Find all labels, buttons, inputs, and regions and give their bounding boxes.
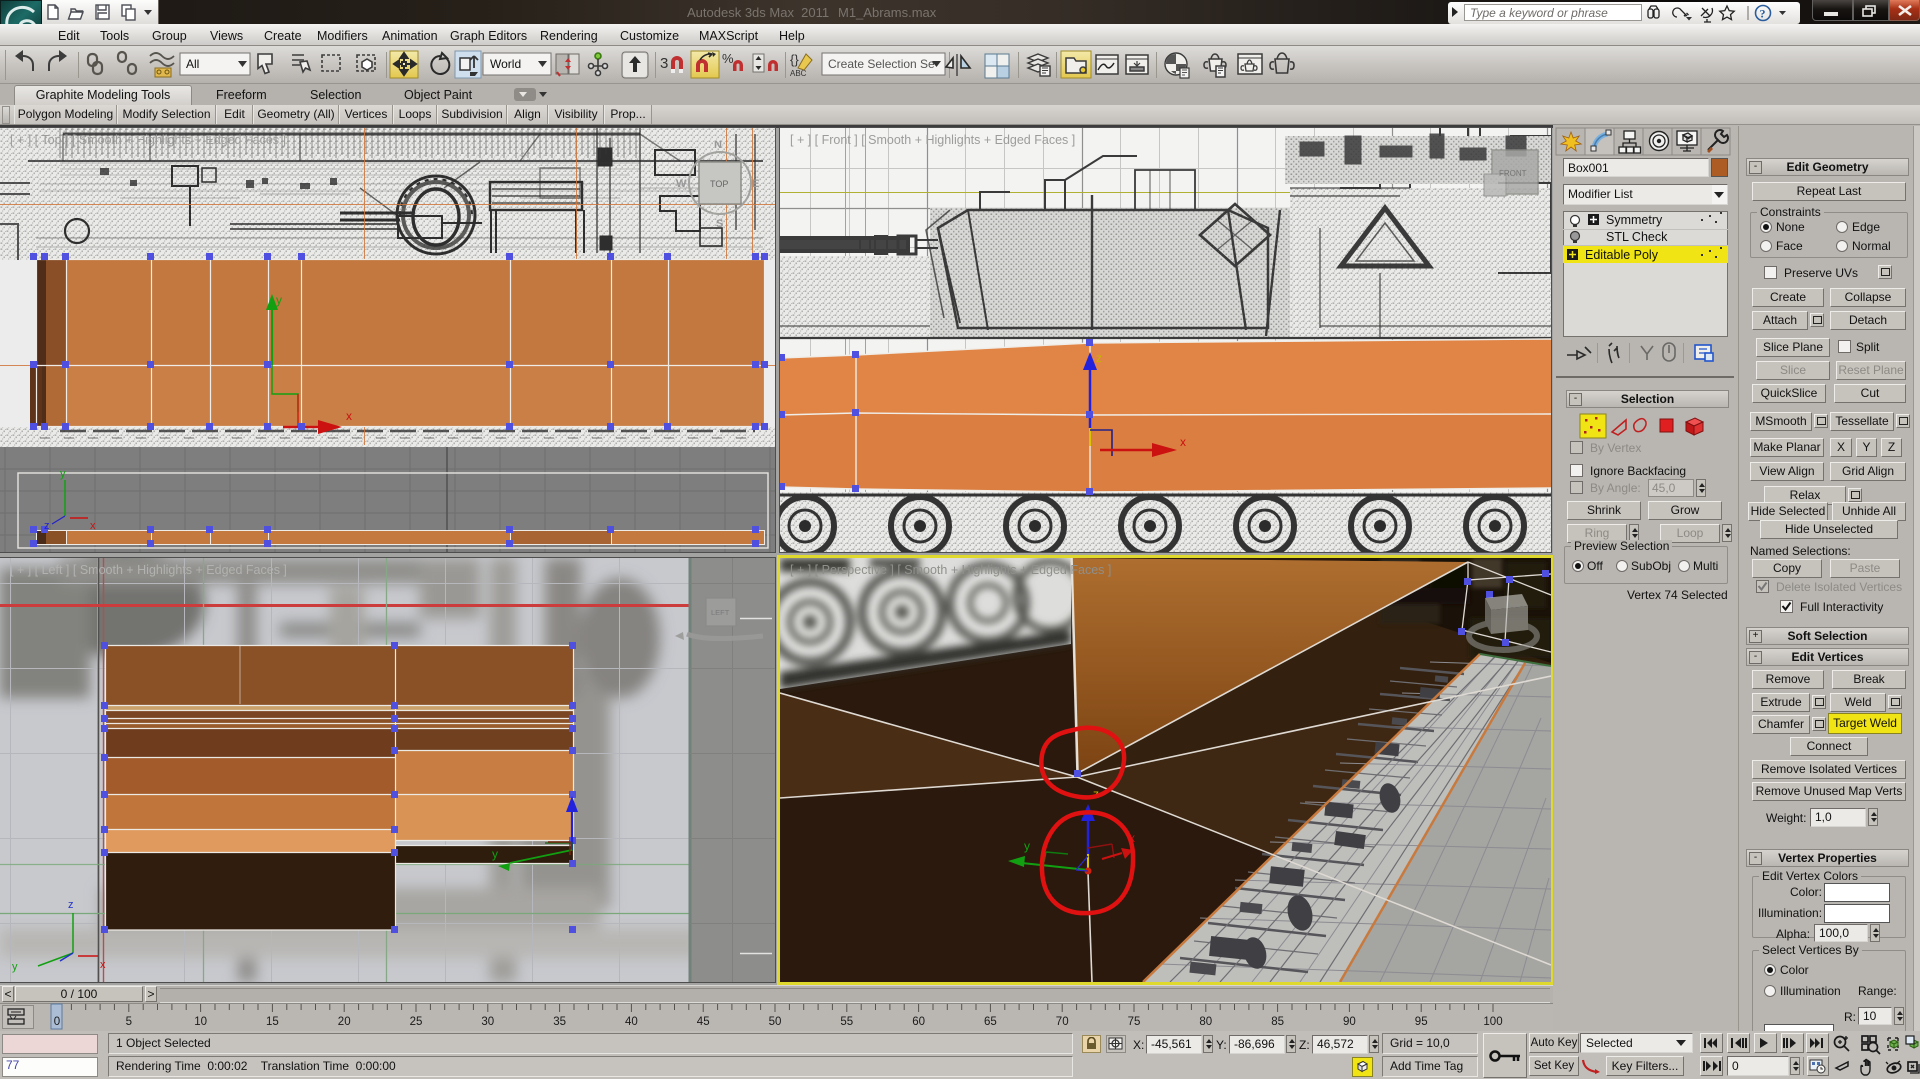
svg-text:[ + ] [ Perspective ] [ Smooth: [ + ] [ Perspective ] [ Smooth + Highlig… — [790, 563, 1111, 577]
svg-text:x: x — [100, 959, 106, 971]
svg-text:N: N — [714, 139, 722, 151]
svg-text:50: 50 — [769, 1016, 782, 1028]
svg-text:y: y — [492, 847, 498, 861]
svg-text:10: 10 — [194, 1016, 207, 1028]
svg-text:80: 80 — [1199, 1016, 1212, 1028]
svg-text:World: World — [490, 57, 521, 71]
svg-text:25: 25 — [410, 1016, 423, 1028]
svg-text:[ + ] [ Front ] [ Smooth + Hig: [ + ] [ Front ] [ Smooth + Highlights + … — [790, 133, 1075, 147]
svg-text:Create Selection Se: Create Selection Se — [828, 57, 935, 71]
svg-text:60: 60 — [912, 1016, 925, 1028]
svg-text:55: 55 — [840, 1016, 853, 1028]
svg-text:85: 85 — [1271, 1016, 1284, 1028]
svg-text:FRONT: FRONT — [1499, 169, 1527, 178]
svg-text:45: 45 — [697, 1016, 710, 1028]
svg-text:Symmetry: Symmetry — [1606, 213, 1663, 227]
svg-text:70: 70 — [1056, 1016, 1069, 1028]
svg-text:?: ? — [1760, 7, 1766, 21]
svg-text:35: 35 — [553, 1016, 566, 1028]
svg-text:[ + ] [ Left ] [ Smooth + High: [ + ] [ Left ] [ Smooth + Highlights + E… — [10, 563, 287, 577]
svg-text:0: 0 — [54, 1016, 60, 1028]
svg-text:[ + ] [ Top ] [ Smooth + Highl: [ + ] [ Top ] [ Smooth + Highlights + Ed… — [10, 133, 286, 147]
svg-text:{}: {} — [790, 52, 799, 67]
svg-text:x: x — [1180, 435, 1186, 449]
svg-text:y: y — [276, 293, 282, 307]
svg-text:LEFT: LEFT — [711, 608, 730, 617]
svg-text:x: x — [346, 409, 352, 423]
svg-text:y: y — [1024, 839, 1030, 853]
svg-text:5: 5 — [126, 1016, 132, 1028]
svg-text:75: 75 — [1128, 1016, 1141, 1028]
svg-text:90: 90 — [1343, 1016, 1356, 1028]
svg-text:All: All — [186, 57, 199, 71]
svg-text:E: E — [752, 178, 759, 190]
svg-text:z: z — [44, 520, 50, 532]
svg-text:3: 3 — [660, 55, 668, 72]
svg-text:%: % — [722, 51, 734, 66]
svg-text:100: 100 — [1483, 1016, 1502, 1028]
svg-text:y: y — [12, 961, 18, 973]
svg-text:40: 40 — [625, 1016, 638, 1028]
svg-text:95: 95 — [1415, 1016, 1428, 1028]
svg-text:x: x — [90, 520, 96, 532]
svg-text:y: y — [60, 468, 66, 480]
svg-text:15: 15 — [266, 1016, 279, 1028]
svg-text:STL Check: STL Check — [1606, 230, 1668, 244]
svg-text:z: z — [1096, 351, 1102, 365]
svg-text:20: 20 — [338, 1016, 351, 1028]
svg-text:TOP: TOP — [710, 179, 728, 189]
svg-text:65: 65 — [984, 1016, 997, 1028]
svg-text:30: 30 — [481, 1016, 494, 1028]
svg-text:z: z — [68, 899, 74, 911]
svg-text:W: W — [676, 178, 687, 190]
svg-text:S: S — [716, 218, 723, 230]
svg-text:Editable Poly: Editable Poly — [1585, 248, 1659, 262]
